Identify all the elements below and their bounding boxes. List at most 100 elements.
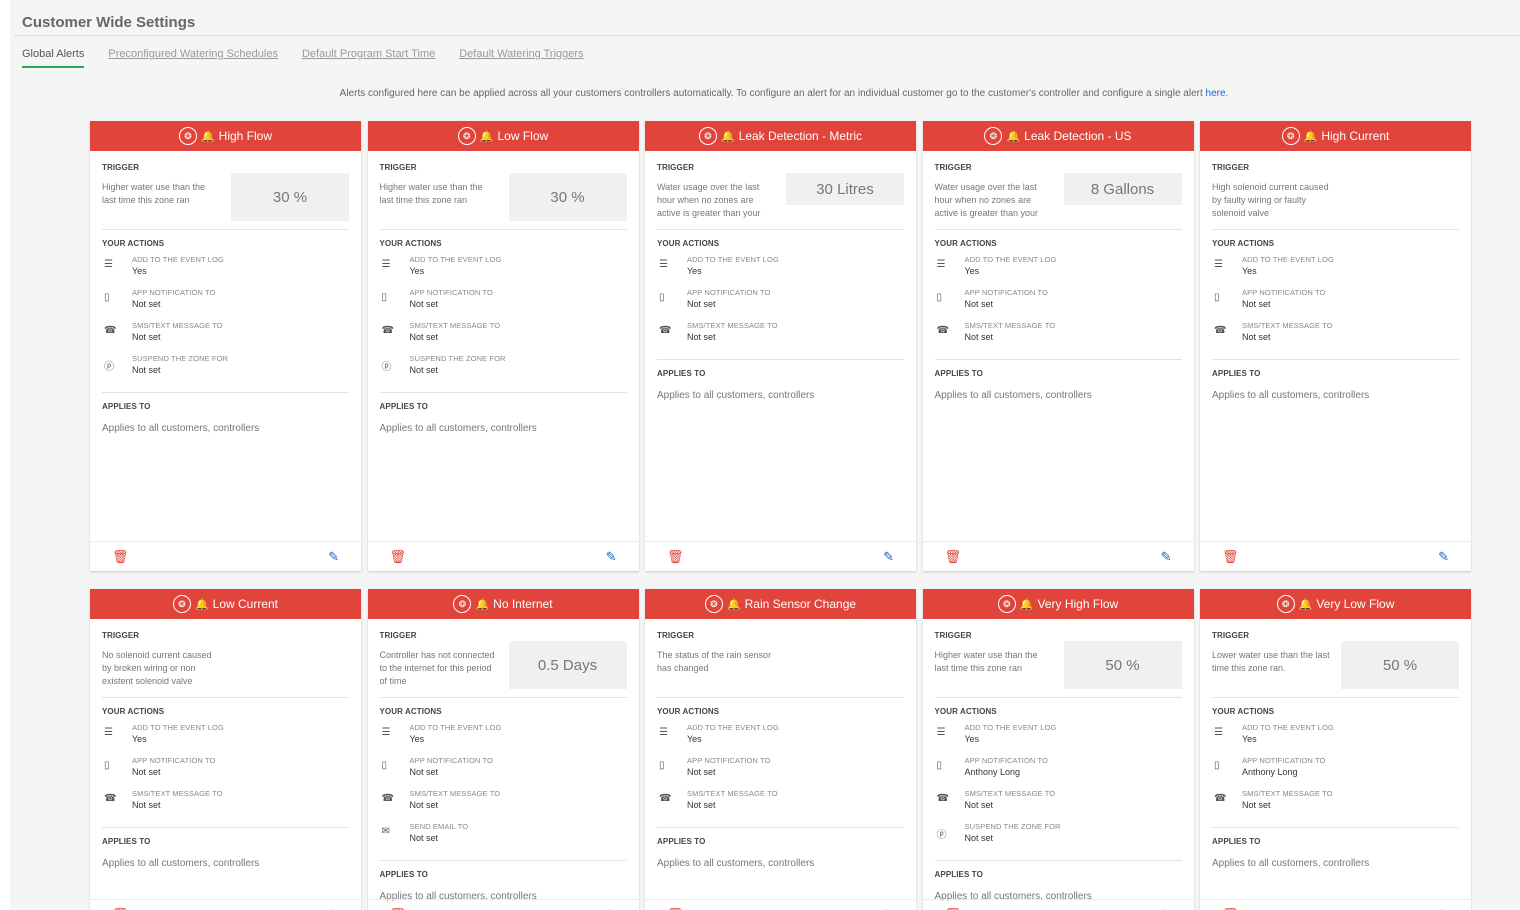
action-item: ☰ ADD TO THE EVENT LOG Yes: [1212, 723, 1459, 749]
trash-icon[interactable]: 🗑: [945, 907, 962, 910]
trash-icon[interactable]: 🗑: [390, 907, 407, 910]
trigger-description: Controller has not connected to the inte…: [379, 650, 495, 686]
alert-card-header[interactable]: ❂ 🔔 Rain Sensor Change: [645, 589, 916, 619]
action-value: Not set: [409, 365, 439, 375]
left-gutter: [0, 0, 10, 910]
action-label: ADD TO THE EVENT LOG: [687, 723, 779, 732]
edit-icon[interactable]: ✎: [328, 549, 339, 565]
edit-icon[interactable]: ✎: [883, 907, 894, 910]
divider: [657, 359, 904, 360]
action-item: ☰ ADD TO THE EVENT LOG Yes: [935, 255, 1182, 281]
action-item: ☎ SMS/TEXT MESSAGE TO Not set: [102, 321, 349, 347]
action-item: ⓟ SUSPEND THE ZONE FOR Not set: [102, 354, 349, 380]
action-value: Yes: [964, 734, 980, 744]
action-label: ADD TO THE EVENT LOG: [964, 723, 1057, 732]
applies-value: Applies to all customers, controllers: [102, 423, 260, 434]
edit-icon[interactable]: ✎: [328, 907, 339, 910]
action-text: APP NOTIFICATION TO Not set: [132, 756, 215, 777]
action-label: ADD TO THE EVENT LOG: [687, 255, 779, 264]
trigger-description: High solenoid current caused by faulty w…: [1212, 182, 1329, 218]
alert-card: ❂ 🔔 Very Low Flow TRIGGER Lower water use th…: [1200, 589, 1471, 910]
action-label: SMS/TEXT MESSAGE TO: [132, 789, 223, 798]
action-text: APP NOTIFICATION TO Not set: [410, 288, 493, 309]
settings-tabs: Global Alerts Preconfigured Watering Sche…: [22, 48, 608, 68]
action-text: SMS/TEXT MESSAGE TO Not set: [687, 789, 778, 810]
alert-card-header[interactable]: ❂ 🔔 High Flow: [90, 121, 361, 151]
edit-icon[interactable]: ✎: [606, 549, 617, 565]
sprinkler-icon: ❂: [1276, 595, 1295, 613]
edit-icon[interactable]: ✎: [883, 549, 894, 565]
action-item: ✉ SEND EMAIL TO Not set: [380, 822, 627, 848]
trigger-value: 30 %: [231, 173, 349, 221]
tab-default-program-start-time[interactable]: Default Program Start Time: [302, 48, 435, 68]
applies-label: APPLIES TO: [934, 870, 983, 879]
edit-icon[interactable]: ✎: [1161, 907, 1172, 910]
alert-card-header[interactable]: ❂ 🔔 Leak Detection - US: [922, 121, 1194, 151]
actions-label: YOUR ACTIONS: [657, 707, 720, 716]
info-here-link[interactable]: here: [1206, 88, 1226, 99]
action-label: SMS/TEXT MESSAGE TO: [132, 321, 223, 330]
edit-icon[interactable]: ✎: [606, 907, 617, 910]
trash-icon[interactable]: 🗑: [1222, 549, 1239, 565]
action-value: Not set: [409, 332, 439, 342]
applies-label: APPLIES TO: [657, 369, 706, 378]
action-value: Not set: [132, 800, 161, 810]
action-item: ⓟ SUSPEND THE ZONE FOR Not set: [935, 822, 1182, 848]
trash-icon[interactable]: 🗑: [390, 549, 407, 565]
alert-card-header[interactable]: ❂ 🔔 No Internet: [367, 589, 639, 619]
edit-icon[interactable]: ✎: [1438, 907, 1449, 910]
alert-card-body: TRIGGER Controller has not connected to t…: [368, 619, 639, 902]
edit-icon[interactable]: ✎: [1161, 549, 1172, 565]
page-title: Customer Wide Settings: [22, 14, 196, 31]
pause-icon: ⓟ: [936, 830, 947, 841]
action-label: APP NOTIFICATION TO: [1242, 288, 1326, 297]
tab-global-alerts[interactable]: Global Alerts: [22, 48, 85, 68]
action-label: SEND EMAIL TO: [409, 822, 469, 831]
trigger-label: TRIGGER: [657, 631, 695, 640]
actions-label: YOUR ACTIONS: [379, 239, 442, 248]
action-item: ☰ ADD TO THE EVENT LOG Yes: [380, 723, 627, 749]
alert-card-body: TRIGGER Water usage over the last hour wh…: [923, 151, 1194, 401]
alert-card-header[interactable]: ❂ 🔔 Very Low Flow: [1200, 589, 1471, 619]
action-text: SMS/TEXT MESSAGE TO Not set: [132, 789, 223, 810]
sprinkler-icon: ❂: [178, 127, 197, 145]
list-icon: ☰: [104, 259, 113, 270]
phone-icon: ☎: [1214, 793, 1227, 804]
tab-preconfigured-watering-schedules[interactable]: Preconfigured Watering Schedules: [108, 48, 278, 68]
alert-card-header[interactable]: ❂ 🔔 Low Flow: [367, 121, 639, 151]
alert-card: ❂ 🔔 Low Flow TRIGGER Higher water use than t…: [367, 121, 639, 571]
action-item: ▯ APP NOTIFICATION TO Not set: [380, 288, 627, 314]
action-text: SMS/TEXT MESSAGE TO Not set: [410, 321, 501, 342]
alert-title: Very Low Flow: [1316, 597, 1395, 611]
trash-icon[interactable]: 🗑: [667, 907, 684, 910]
action-text: SMS/TEXT MESSAGE TO Not set: [965, 321, 1056, 342]
sprinkler-icon: ❂: [172, 595, 191, 613]
alert-title: Low Flow: [497, 129, 549, 143]
bell-icon: 🔔: [200, 130, 215, 143]
action-value: Not set: [409, 833, 439, 843]
action-label: SUSPEND THE ZONE FOR: [132, 354, 229, 363]
action-value: Yes: [964, 266, 980, 276]
trash-icon[interactable]: 🗑: [112, 907, 129, 910]
list-icon: ☰: [381, 727, 391, 738]
edit-icon[interactable]: ✎: [1438, 549, 1449, 565]
pause-icon: ⓟ: [381, 362, 392, 373]
alert-card-footer: 🗑✎: [90, 899, 361, 910]
alert-card-header[interactable]: ❂ 🔔 Low Current: [90, 589, 361, 619]
alert-card-header[interactable]: ❂ 🔔 High Current: [1200, 121, 1471, 151]
divider: [934, 697, 1182, 698]
alert-card-footer: 🗑✎: [1200, 541, 1471, 571]
phone-icon: ☎: [659, 325, 672, 336]
actions-label: YOUR ACTIONS: [379, 707, 442, 716]
tab-default-watering-triggers[interactable]: Default Watering Triggers: [459, 48, 583, 68]
trash-icon[interactable]: 🗑: [1222, 907, 1239, 910]
alert-card: ❂ 🔔 No Internet TRIGGER Controller has not c…: [367, 589, 639, 910]
divider: [934, 359, 1182, 360]
trash-icon[interactable]: 🗑: [945, 549, 962, 565]
alert-card-header[interactable]: ❂ 🔔 Very High Flow: [922, 589, 1194, 619]
alert-card-header[interactable]: ❂ 🔔 Leak Detection - Metric: [645, 121, 916, 151]
action-text: SUSPEND THE ZONE FOR Not set: [410, 354, 506, 375]
trash-icon[interactable]: 🗑: [667, 549, 684, 565]
title-divider: [14, 35, 1520, 36]
trash-icon[interactable]: 🗑: [112, 549, 129, 565]
